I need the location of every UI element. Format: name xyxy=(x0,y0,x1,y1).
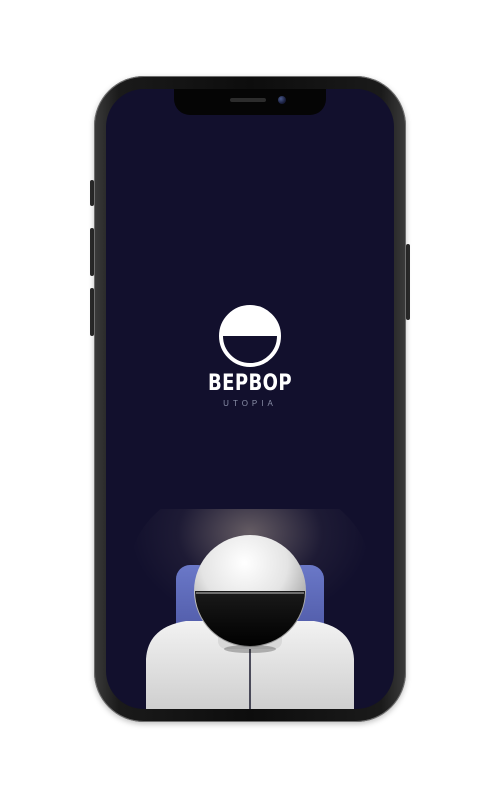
device-mockup: BEPBOP UTOPIA xyxy=(0,0,500,800)
splash-screen: BEPBOP UTOPIA xyxy=(106,89,394,709)
power-button xyxy=(406,244,410,320)
brand-name: BEPBOP xyxy=(207,371,293,396)
front-camera xyxy=(278,96,286,104)
notch xyxy=(174,89,326,115)
astronaut-helmet-illustration-icon xyxy=(130,509,370,709)
earpiece-speaker xyxy=(230,98,266,102)
brand-subtitle: UTOPIA xyxy=(223,399,277,408)
half-filled-circle-logo-icon xyxy=(219,305,281,367)
